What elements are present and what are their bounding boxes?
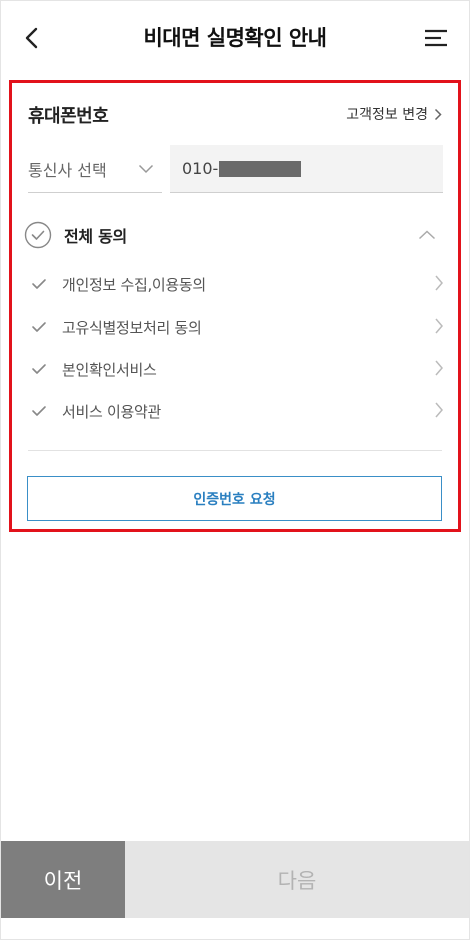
term-label: 개인정보 수집,이용동의 (62, 275, 206, 294)
app-header: 비대면 실명확인 안내 (0, 0, 470, 72)
customer-info-change-link[interactable]: 고객정보 변경 (346, 104, 442, 124)
chevron-right-icon (435, 360, 443, 376)
chevron-down-icon (138, 164, 154, 173)
page-title: 비대면 실명확인 안내 (143, 26, 327, 50)
menu-button[interactable] (418, 20, 454, 56)
phone-number-input[interactable]: 010- (170, 145, 443, 193)
next-button[interactable]: 다음 (125, 841, 469, 918)
term-label: 고유식별정보처리 동의 (62, 318, 202, 337)
check-icon (28, 363, 50, 375)
prev-button[interactable]: 이전 (1, 841, 125, 918)
term-row-identity-verification[interactable]: 본인확인서비스 (28, 353, 444, 385)
term-label: 서비스 이용약관 (62, 402, 161, 421)
request-verification-code-button[interactable]: 인증번호 요청 (27, 476, 442, 521)
term-row-unique-id[interactable]: 고유식별정보처리 동의 (28, 311, 444, 343)
phone-number-mask (219, 160, 302, 177)
check-icon (28, 405, 50, 417)
chevron-right-icon (435, 318, 443, 334)
chevron-up-icon (418, 230, 436, 240)
check-circle-icon (24, 221, 52, 249)
agree-all-row[interactable]: 전체 동의 (24, 219, 440, 251)
carrier-select[interactable]: 통신사 선택 (28, 145, 162, 193)
term-row-privacy[interactable]: 개인정보 수집,이용동의 (28, 268, 444, 300)
phone-section-title: 휴대폰번호 (28, 106, 109, 127)
chevron-right-icon (435, 275, 443, 291)
check-icon (28, 321, 50, 333)
term-label: 본인확인서비스 (62, 360, 157, 379)
phone-prefix: 010- (182, 159, 219, 178)
change-link-label: 고객정보 변경 (346, 107, 428, 123)
agree-all-label: 전체 동의 (64, 227, 127, 246)
collapse-button[interactable] (414, 223, 440, 247)
hamburger-menu-icon (425, 29, 447, 47)
chevron-right-icon (435, 402, 443, 418)
carrier-select-label: 통신사 선택 (28, 160, 107, 180)
divider (28, 450, 442, 451)
term-row-service-terms[interactable]: 서비스 이용약관 (28, 395, 444, 427)
check-icon (28, 278, 50, 290)
chevron-right-icon (434, 108, 442, 120)
